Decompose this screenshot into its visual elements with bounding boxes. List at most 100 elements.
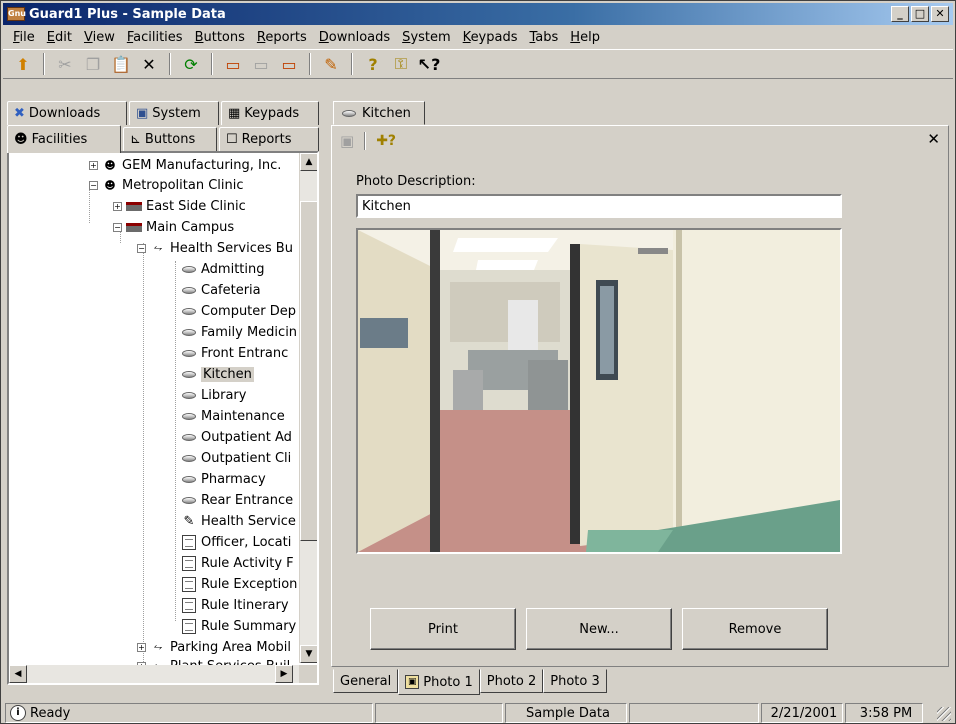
tab-buttons[interactable]: ⊾ Buttons xyxy=(123,127,217,151)
title-bar[interactable]: Gnu Guard1 Plus - Sample Data _ □ ✕ xyxy=(3,3,953,25)
minimize-button[interactable]: _ xyxy=(891,6,909,22)
close-button[interactable]: ✕ xyxy=(931,6,949,22)
tree-node[interactable]: Outpatient Ad xyxy=(181,427,292,447)
help-icon[interactable]: ? xyxy=(361,53,385,75)
tab-reports[interactable]: ☐ Reports xyxy=(219,127,319,151)
menu-keypads[interactable]: Keypads xyxy=(457,30,524,45)
menu-bar: File Edit View Facilities Buttons Report… xyxy=(3,27,953,47)
tree-vertical-scrollbar[interactable]: ▲ ▼ xyxy=(299,153,317,663)
close-panel-icon[interactable]: ✕ xyxy=(927,130,940,148)
scroll-left-icon[interactable]: ◀ xyxy=(9,665,27,683)
tree-node[interactable]: Outpatient Cli xyxy=(181,448,291,468)
expand-icon[interactable]: + xyxy=(89,160,98,170)
whats-this-icon[interactable]: ↖? xyxy=(417,53,441,75)
tab-photo-2[interactable]: Photo 2 xyxy=(479,669,544,693)
checkpoint-icon xyxy=(181,283,197,297)
print-button[interactable]: Print xyxy=(370,608,516,650)
key-help-icon[interactable]: ✚? xyxy=(376,133,396,149)
tree-node[interactable]: Family Medicin xyxy=(181,322,297,342)
remove-photo-button[interactable]: Remove xyxy=(682,608,828,650)
save-icon[interactable]: ▣ xyxy=(340,132,354,150)
refresh-icon[interactable]: ⟳ xyxy=(179,53,203,75)
tree-node[interactable]: Pharmacy xyxy=(181,469,266,489)
tree-node[interactable]: Computer Dep xyxy=(181,301,296,321)
collapse-icon[interactable]: − xyxy=(89,180,98,190)
menu-facilities[interactable]: Facilities xyxy=(121,30,189,45)
buttons-icon: ⊾ xyxy=(130,132,141,147)
tree-node[interactable]: Library xyxy=(181,385,246,405)
menu-reports[interactable]: Reports xyxy=(251,30,313,45)
menu-buttons[interactable]: Buttons xyxy=(189,30,251,45)
menu-tabs[interactable]: Tabs xyxy=(524,30,565,45)
tree-node[interactable]: Rule Activity F xyxy=(181,553,294,573)
tab-general[interactable]: General xyxy=(333,669,399,693)
facilities-tree: + ☻ GEM Manufacturing, Inc. − ☻ Metropol… xyxy=(7,151,319,685)
scroll-up-icon[interactable]: ▲ xyxy=(300,153,317,171)
tab-system[interactable]: ▣ System xyxy=(129,101,219,125)
checkpoint-icon xyxy=(181,367,197,381)
resize-grip[interactable] xyxy=(937,707,951,721)
scroll-down-icon[interactable]: ▼ xyxy=(300,645,317,663)
tree-node[interactable]: + East Side Clinic xyxy=(113,196,246,216)
card-icon[interactable]: ▭ xyxy=(221,53,245,75)
new-photo-button[interactable]: New... xyxy=(526,608,672,650)
toolbar: ⬆ ✂ ❐ 📋 ✕ ⟳ ▭ ▭ ▭ ✎ ? ⚿ ↖? xyxy=(3,49,953,79)
tree-node[interactable]: ✎ Health Service xyxy=(181,511,296,531)
system-icon: ▣ xyxy=(136,106,149,121)
cut-icon[interactable]: ✂ xyxy=(53,53,77,75)
key-help-icon[interactable]: ⚿ xyxy=(389,53,413,75)
card-blank-icon[interactable]: ▭ xyxy=(249,53,273,75)
photo-description-input[interactable] xyxy=(356,194,842,218)
tab-kitchen[interactable]: Kitchen xyxy=(333,101,425,125)
person-icon: ☻ xyxy=(104,158,116,172)
checkpoint-icon xyxy=(181,262,197,276)
photo-panel: ▣ ✚? ✕ Photo Description: Kitchen Print … xyxy=(331,125,949,667)
expand-icon[interactable]: + xyxy=(137,642,146,652)
maximize-button[interactable]: □ xyxy=(911,6,929,22)
menu-system[interactable]: System xyxy=(396,30,457,45)
tree-node[interactable]: + ⥊ Parking Area Mobil xyxy=(137,637,291,657)
tab-facilities[interactable]: ☻ Facilities xyxy=(7,125,121,153)
delete-icon[interactable]: ✕ xyxy=(137,53,161,75)
report-icon xyxy=(181,618,197,634)
tree-node[interactable]: Admitting xyxy=(181,259,265,279)
tree-node[interactable]: Front Entranc xyxy=(181,343,288,363)
expand-icon[interactable]: + xyxy=(113,201,122,211)
up-folder-icon[interactable]: ⬆ xyxy=(11,53,35,75)
copy-icon[interactable]: ❐ xyxy=(81,53,105,75)
collapse-icon[interactable]: − xyxy=(137,243,146,253)
tab-downloads[interactable]: ✖ Downloads xyxy=(7,101,127,125)
tree-horizontal-scrollbar[interactable]: ◀ ▶ xyxy=(9,665,301,683)
paste-icon[interactable]: 📋 xyxy=(109,53,133,75)
menu-help[interactable]: Help xyxy=(564,30,606,45)
scroll-thumb[interactable] xyxy=(300,201,317,541)
tab-keypads[interactable]: ▦ Keypads xyxy=(221,101,319,125)
tab-photo-1[interactable]: ▣ Photo 1 xyxy=(398,669,480,695)
tree-node[interactable]: Rear Entrance xyxy=(181,490,293,510)
menu-view[interactable]: View xyxy=(78,30,121,45)
scroll-right-icon[interactable]: ▶ xyxy=(275,665,293,683)
tree-node[interactable]: − ☻ Metropolitan Clinic xyxy=(89,175,244,195)
tree-node[interactable]: Rule Exception xyxy=(181,574,297,594)
tree-node[interactable]: Officer, Locati xyxy=(181,532,291,552)
card-red-icon[interactable]: ▭ xyxy=(277,53,301,75)
tree-node[interactable]: + ☻ GEM Manufacturing, Inc. xyxy=(89,155,281,175)
tree-node[interactable]: Maintenance xyxy=(181,406,285,426)
checkpoint-icon xyxy=(181,493,197,507)
checkpoint-icon xyxy=(181,304,197,318)
tree-node[interactable]: Cafeteria xyxy=(181,280,261,300)
tree-node[interactable]: − Main Campus xyxy=(113,217,234,237)
tree-node[interactable]: Rule Summary xyxy=(181,616,296,636)
tree-node[interactable]: Rule Itinerary xyxy=(181,595,289,615)
menu-downloads[interactable]: Downloads xyxy=(313,30,396,45)
tree-node-selected[interactable]: Kitchen xyxy=(181,364,254,384)
collapse-icon[interactable]: − xyxy=(113,222,122,232)
menu-edit[interactable]: Edit xyxy=(41,30,78,45)
app-window: Gnu Guard1 Plus - Sample Data _ □ ✕ File… xyxy=(0,0,956,724)
menu-file[interactable]: File xyxy=(7,30,41,45)
itinerary-icon: ✎ xyxy=(183,513,195,529)
tab-photo-3[interactable]: Photo 3 xyxy=(543,669,607,693)
app-icon: Gnu xyxy=(7,7,26,21)
tree-node[interactable]: − ⥊ Health Services Bu xyxy=(137,238,293,258)
paint-icon[interactable]: ✎ xyxy=(319,53,343,75)
